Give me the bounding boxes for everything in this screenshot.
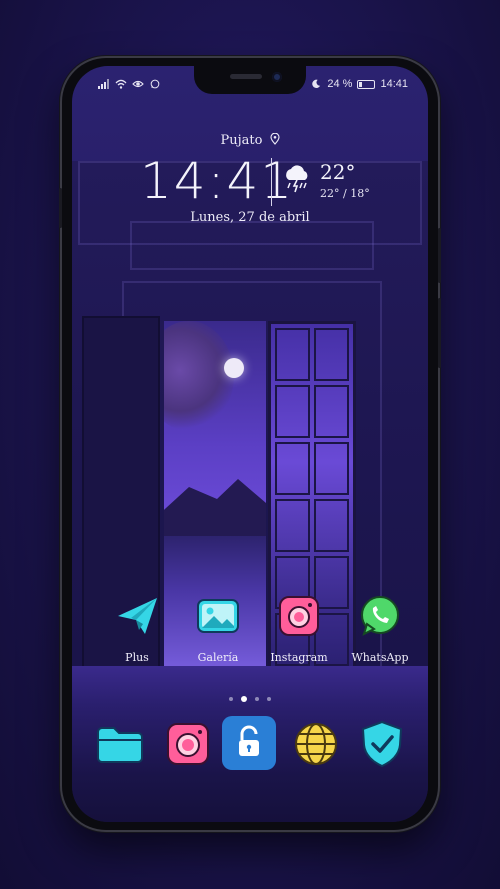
phone-frame: 24 % 14:41 Pujato 14:41 22° 22° / 18° Lu…: [59, 58, 441, 830]
page-dot-active[interactable]: [241, 696, 247, 702]
wallpaper-molding: [130, 221, 374, 270]
speaker-grille: [230, 74, 262, 79]
signal-icon: [98, 79, 109, 89]
side-button: [438, 298, 441, 368]
app-whatsapp[interactable]: WhatsApp: [345, 594, 415, 664]
globe-icon[interactable]: [290, 718, 342, 770]
page-indicator[interactable]: [72, 696, 428, 702]
weather-location[interactable]: Pujato: [72, 132, 428, 148]
camera-icon[interactable]: [162, 718, 214, 770]
app-plus[interactable]: Plus: [102, 594, 172, 664]
page-dot[interactable]: [255, 697, 259, 701]
app-label: WhatsApp: [351, 651, 409, 664]
lock-icon[interactable]: [222, 716, 276, 770]
whatsapp-icon: [361, 596, 399, 636]
home-screen: 24 % 14:41 Pujato 14:41 22° 22° / 18° Lu…: [72, 66, 428, 822]
wallpaper-moon: [224, 358, 244, 378]
gallery-icon: [197, 599, 239, 633]
volume-button: [59, 188, 62, 228]
power-button: [438, 228, 441, 283]
whatsapp-notification-icon: [150, 79, 160, 89]
dock: [72, 716, 428, 774]
app-label: Galería: [197, 651, 239, 664]
notch: [194, 66, 306, 94]
app-instagram[interactable]: Instagram: [264, 594, 334, 664]
battery-icon: [357, 79, 376, 89]
clock-divider: [271, 158, 272, 206]
clock-date[interactable]: Lunes, 27 de abril: [72, 210, 428, 225]
paper-plane-icon: [118, 598, 157, 634]
status-bar-left: [98, 76, 161, 92]
status-bar-right: 24 % 14:41: [310, 76, 408, 92]
app-label: Instagram: [270, 651, 328, 664]
temperature-range: 22° / 18°: [320, 187, 370, 200]
moon-icon: [312, 79, 321, 88]
location-pin-icon: [269, 132, 280, 145]
app-label: Plus: [125, 651, 149, 664]
app-galeria[interactable]: Galería: [183, 594, 253, 664]
location-label: Pujato: [220, 133, 263, 148]
page-dot[interactable]: [267, 697, 271, 701]
wifi-icon: [115, 79, 127, 89]
front-camera: [272, 72, 282, 82]
page-dot[interactable]: [229, 697, 233, 701]
shield-check-icon[interactable]: [356, 718, 408, 770]
current-temperature[interactable]: 22°: [320, 160, 355, 184]
folder-icon[interactable]: [94, 718, 146, 770]
eye-icon: [132, 80, 144, 88]
camera-icon: [279, 596, 319, 636]
status-time: 14:41: [380, 78, 408, 90]
rain-storm-icon[interactable]: [282, 164, 312, 194]
battery-percent: 24 %: [327, 78, 353, 90]
